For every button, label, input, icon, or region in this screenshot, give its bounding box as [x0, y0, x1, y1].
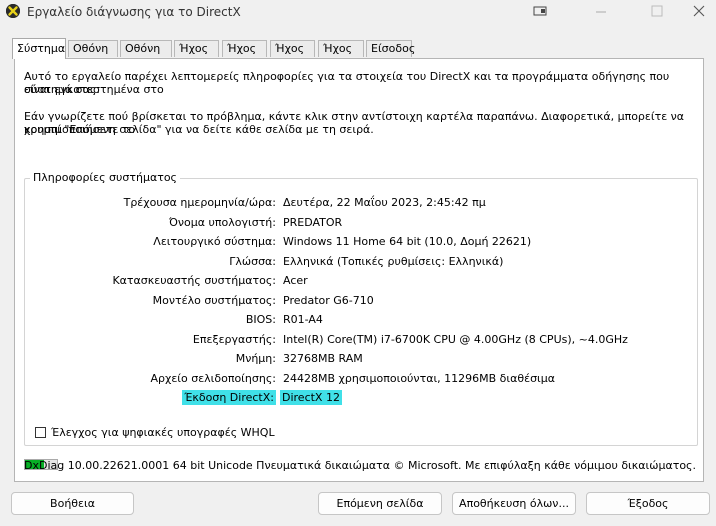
- row-label-processor: Επεξεργαστής:: [192, 333, 276, 346]
- row-value-os: Windows 11 Home 64 bit (10.0, Δομή 22621…: [283, 235, 532, 248]
- row-label-computer-name: Όνομα υπολογιστή:: [168, 216, 276, 229]
- system-info-title: Πληροφορίες συστήματος: [30, 171, 181, 184]
- row-label-bios: BIOS:: [245, 313, 276, 326]
- tab-sound-1[interactable]: Ήχος 1: [174, 40, 219, 71]
- next-page-button[interactable]: Επόμενη σελίδα: [318, 492, 442, 515]
- help-button[interactable]: Βοήθεια: [11, 492, 134, 515]
- row-label-language: Γλώσσα:: [229, 255, 276, 268]
- directx-x-icon: [6, 4, 20, 18]
- row-label-model: Μοντέλο συστήματος:: [152, 294, 276, 307]
- directx-version-value-highlight: DirectX 12: [280, 390, 342, 405]
- intro-line-2b: κουμπί "Επόμενη σελίδα" για να δείτε κάθ…: [24, 123, 374, 136]
- tab-sound-4[interactable]: Ήχος 4: [318, 40, 364, 71]
- pin-icon[interactable]: [532, 3, 550, 19]
- row-label-page-file: Αρχείο σελιδοποίησης:: [150, 372, 276, 385]
- row-value-page-file: 24428MB χρησιμοποιούνται, 11296MB διαθέσ…: [283, 372, 556, 385]
- window-title: Εργαλείο διάγνωσης για το DirectX: [27, 5, 241, 19]
- tab-input[interactable]: Είσοδος: [366, 40, 415, 57]
- tab-system[interactable]: Σύστημα: [12, 38, 66, 59]
- row-label-manufacturer: Κατασκευαστής συστήματος:: [112, 274, 276, 287]
- row-value-memory: 32768MB RAM: [283, 352, 363, 365]
- save-all-button[interactable]: Αποθήκευση όλων...: [452, 492, 576, 515]
- row-value-manufacturer: Acer: [283, 274, 308, 287]
- maximize-icon[interactable]: [648, 3, 666, 19]
- exit-button[interactable]: Έξοδος: [586, 492, 710, 515]
- copyright-footer: DxDiag 10.00.22621.0001 64 bit Unicode Π…: [24, 459, 696, 472]
- whql-checkbox[interactable]: [35, 427, 46, 438]
- directx-version-label-highlight: Έκδοση DirectX:: [182, 390, 276, 405]
- system-info-group: [24, 178, 698, 446]
- whql-checkbox-label[interactable]: Έλεγχος για ψηφιακές υπογραφές WHQL: [51, 426, 275, 439]
- row-value-processor: Intel(R) Core(TM) i7-6700K CPU @ 4.00GHz…: [283, 333, 628, 346]
- tab-display-1[interactable]: Οθόνη 1: [68, 40, 118, 71]
- intro-line-1b: σύστημά σας.: [24, 83, 100, 96]
- row-label-memory: Μνήμη:: [235, 352, 276, 365]
- row-value-datetime: Δευτέρα, 22 Μαΐου 2023, 2:45:42 πμ: [283, 196, 486, 209]
- tab-sound-2[interactable]: Ήχος 2: [222, 40, 267, 71]
- close-icon[interactable]: [690, 3, 708, 19]
- row-value-bios: R01-A4: [283, 313, 323, 326]
- row-value-computer-name: PREDATOR: [283, 216, 343, 229]
- row-value-directx-version: DirectX 12: [280, 390, 342, 405]
- row-label-datetime: Τρέχουσα ημερομηνία/ώρα:: [123, 196, 276, 209]
- tab-display-2[interactable]: Οθόνη 2: [120, 40, 172, 71]
- row-label-os: Λειτουργικό σύστημα:: [153, 235, 276, 248]
- row-label-directx-version: Έκδοση DirectX:: [182, 390, 276, 405]
- row-value-language: Ελληνικά (Τοπικές ρυθμίσεις: Ελληνικά): [283, 255, 504, 268]
- minimize-icon[interactable]: [592, 3, 610, 19]
- title-bar: Εργαλείο διάγνωσης για το DirectX: [0, 0, 716, 24]
- tab-sound-3[interactable]: Ήχος 3: [270, 40, 315, 71]
- row-value-model: Predator G6-710: [283, 294, 374, 307]
